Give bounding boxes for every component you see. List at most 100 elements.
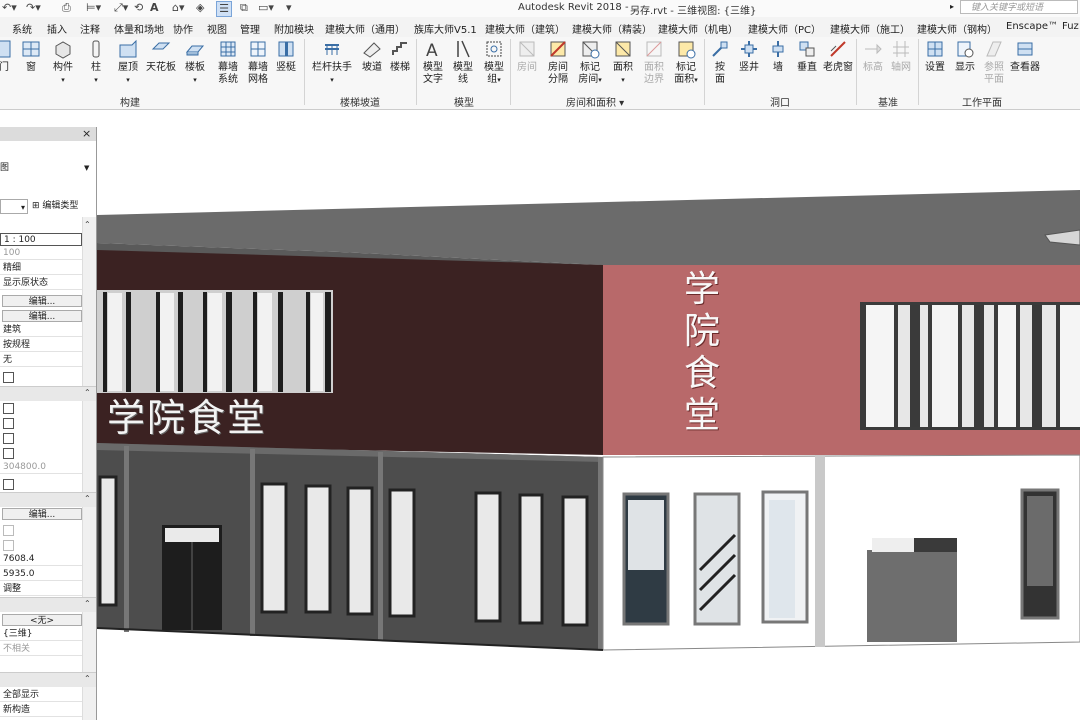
tab-modeling-general[interactable]: 建模大师（通用） (325, 21, 405, 36)
tab-annotate[interactable]: 注释 (80, 21, 100, 36)
view-name-value[interactable]: {三维} (0, 628, 82, 641)
mullion-button[interactable]: 竖梃 (274, 39, 298, 74)
tab-massing[interactable]: 体量和场地 (114, 21, 164, 36)
dormer-button[interactable]: 老虎窗 (822, 39, 854, 74)
parts-visibility-value[interactable]: 显示原状态 (0, 277, 82, 290)
collapse-icon[interactable]: ⌃ (84, 388, 91, 397)
curtain-system-button[interactable]: 幕墙 系统 (214, 39, 242, 86)
tab-enscape[interactable]: Enscape™ (1006, 21, 1058, 32)
component-button[interactable]: 构件 ▾ (50, 39, 76, 86)
window-button[interactable]: 窗 (20, 39, 42, 74)
room-button[interactable]: 房间 (514, 39, 540, 74)
wall-opening-button[interactable]: 墙 (766, 39, 790, 74)
redo-icon[interactable]: ↷▾ (26, 1, 41, 15)
far-clip-checkbox[interactable] (3, 448, 14, 459)
perspective-checkbox[interactable] (3, 540, 14, 551)
ceiling-button[interactable]: 天花板 (146, 39, 176, 74)
show-hidden-lines-value[interactable]: 按规程 (0, 339, 82, 352)
3d-view-icon[interactable]: ⌂▾ (172, 1, 185, 15)
annotation-crop-checkbox[interactable] (3, 433, 14, 444)
eye-elevation-value[interactable]: 7608.4 (0, 553, 82, 566)
model-text-button[interactable]: A 模型 文字 (420, 39, 446, 86)
model-line-button[interactable]: 模型线 (450, 39, 476, 86)
discipline-value[interactable]: 建筑 (0, 324, 82, 337)
show-workplane-button[interactable]: 显示 (952, 39, 978, 74)
viewer-button[interactable]: 查看器 (1010, 39, 1040, 74)
dimension-icon[interactable]: ⤢▾ (114, 1, 128, 15)
instance-filter-dropdown[interactable]: ▾ (0, 199, 28, 214)
collapse-icon[interactable]: ⌃ (84, 494, 91, 503)
text-icon[interactable]: A (150, 1, 159, 15)
area-button[interactable]: 面积 ▾ (610, 39, 636, 86)
properties-scrollbar[interactable] (82, 217, 96, 720)
room-separator-button[interactable]: 房间 分隔 (544, 39, 572, 86)
tab-system[interactable]: 系统 (12, 21, 32, 36)
print-icon[interactable]: ⎙ (62, 1, 71, 15)
measure-icon[interactable]: ⊨▾ (86, 1, 101, 15)
camera-position-value[interactable]: 调整 (0, 583, 82, 596)
collapse-icon[interactable]: ⌃ (84, 220, 91, 229)
crop-view-checkbox[interactable] (3, 403, 14, 414)
view-template-button[interactable]: <无> (2, 614, 82, 626)
crop-region-visible-checkbox[interactable] (3, 418, 14, 429)
collapse-icon[interactable]: ⌃ (84, 674, 91, 683)
tag-icon[interactable]: ⟲ (134, 1, 143, 15)
tab-modeling-construction[interactable]: 建模大师（施工） (830, 21, 910, 36)
set-workplane-button[interactable]: 设置 (922, 39, 948, 74)
railing-button[interactable]: 栏杆扶手 ▾ (310, 39, 354, 86)
tab-insert[interactable]: 插入 (47, 21, 67, 36)
shaft-button[interactable]: 竖井 (736, 39, 762, 74)
detail-level-value[interactable]: 精细 (0, 262, 82, 275)
section-icon[interactable]: ◈ (196, 1, 204, 15)
area-boundary-button[interactable]: 面积 边界 (640, 39, 668, 86)
tab-view[interactable]: 视图 (207, 21, 227, 36)
tab-modeling-arch[interactable]: 建模大师（建筑） (485, 21, 565, 36)
tab-collaborate[interactable]: 协作 (173, 21, 193, 36)
thin-lines-icon[interactable]: ☰ (216, 1, 232, 17)
roof-button[interactable]: 屋顶 ▾ (114, 39, 142, 86)
level-button[interactable]: 标高 (860, 39, 886, 74)
undo-icon[interactable]: ↶▾ (2, 1, 17, 15)
locked-orientation-checkbox[interactable] (3, 525, 14, 536)
switch-windows-icon[interactable]: ▭▾ (258, 1, 274, 15)
vertical-opening-button[interactable]: 垂直 (794, 39, 820, 74)
graphics-edit-button[interactable]: 编辑... (2, 310, 82, 322)
by-face-button[interactable]: 按面 (708, 39, 732, 86)
tab-fuzor[interactable]: Fuz (1062, 21, 1079, 32)
tag-area-button[interactable]: 标记 面积▾ (672, 39, 700, 86)
collapse-icon[interactable]: ⌃ (84, 599, 91, 608)
render-settings-edit-button[interactable]: 编辑... (2, 508, 82, 520)
grid-button[interactable]: 轴网 (888, 39, 914, 74)
target-elevation-value[interactable]: 5935.0 (0, 568, 82, 581)
3d-viewport[interactable]: 学院食堂 学 院 食 堂 (97, 127, 1080, 720)
tab-modeling-mep[interactable]: 建模大师（机电） (658, 21, 738, 36)
ramp-button[interactable]: 坡道 (360, 39, 384, 74)
tab-modeling-interior[interactable]: 建模大师（精装） (572, 21, 652, 36)
tab-family-library[interactable]: 族库大师V5.1 (414, 21, 477, 36)
column-button[interactable]: 柱 ▾ (86, 39, 106, 86)
door-button[interactable]: 门 (0, 39, 14, 74)
scale-field[interactable]: 1 : 100 (0, 233, 82, 246)
tab-addins[interactable]: 附加模块 (274, 21, 314, 36)
section-box-checkbox[interactable] (3, 479, 14, 490)
tab-manage[interactable]: 管理 (240, 21, 260, 36)
analysis-display-value[interactable]: 无 (0, 354, 82, 367)
close-icon[interactable]: × (82, 127, 91, 140)
customize-qa-icon[interactable]: ▾ (286, 1, 292, 15)
type-selector-chevron-icon[interactable]: ▼ (84, 164, 89, 172)
ref-plane-button[interactable]: 参照 平面 (980, 39, 1008, 86)
stair-button[interactable]: 楼梯 (388, 39, 412, 74)
model-group-button[interactable]: 模型 组▾ (480, 39, 508, 86)
search-arrow-icon[interactable]: ▸ (950, 2, 954, 11)
close-hidden-icon[interactable]: ⧉ (240, 1, 248, 15)
curtain-grid-button[interactable]: 幕墙 网格 (244, 39, 272, 86)
floor-button[interactable]: 楼板 ▾ (182, 39, 208, 86)
search-input[interactable]: 键入关键字或短语 (960, 0, 1078, 14)
tab-modeling-pc[interactable]: 建模大师（PC） (748, 21, 821, 36)
phase-value[interactable]: 新构造 (0, 704, 82, 717)
tab-modeling-steel[interactable]: 建模大师（钢构） (917, 21, 997, 36)
visibility-edit-button[interactable]: 编辑... (2, 295, 82, 307)
tag-room-button[interactable]: 标记 房间▾ (576, 39, 604, 86)
edit-type-button[interactable]: ⊞ 编辑类型 (32, 199, 78, 214)
sun-path-checkbox[interactable] (3, 372, 14, 383)
